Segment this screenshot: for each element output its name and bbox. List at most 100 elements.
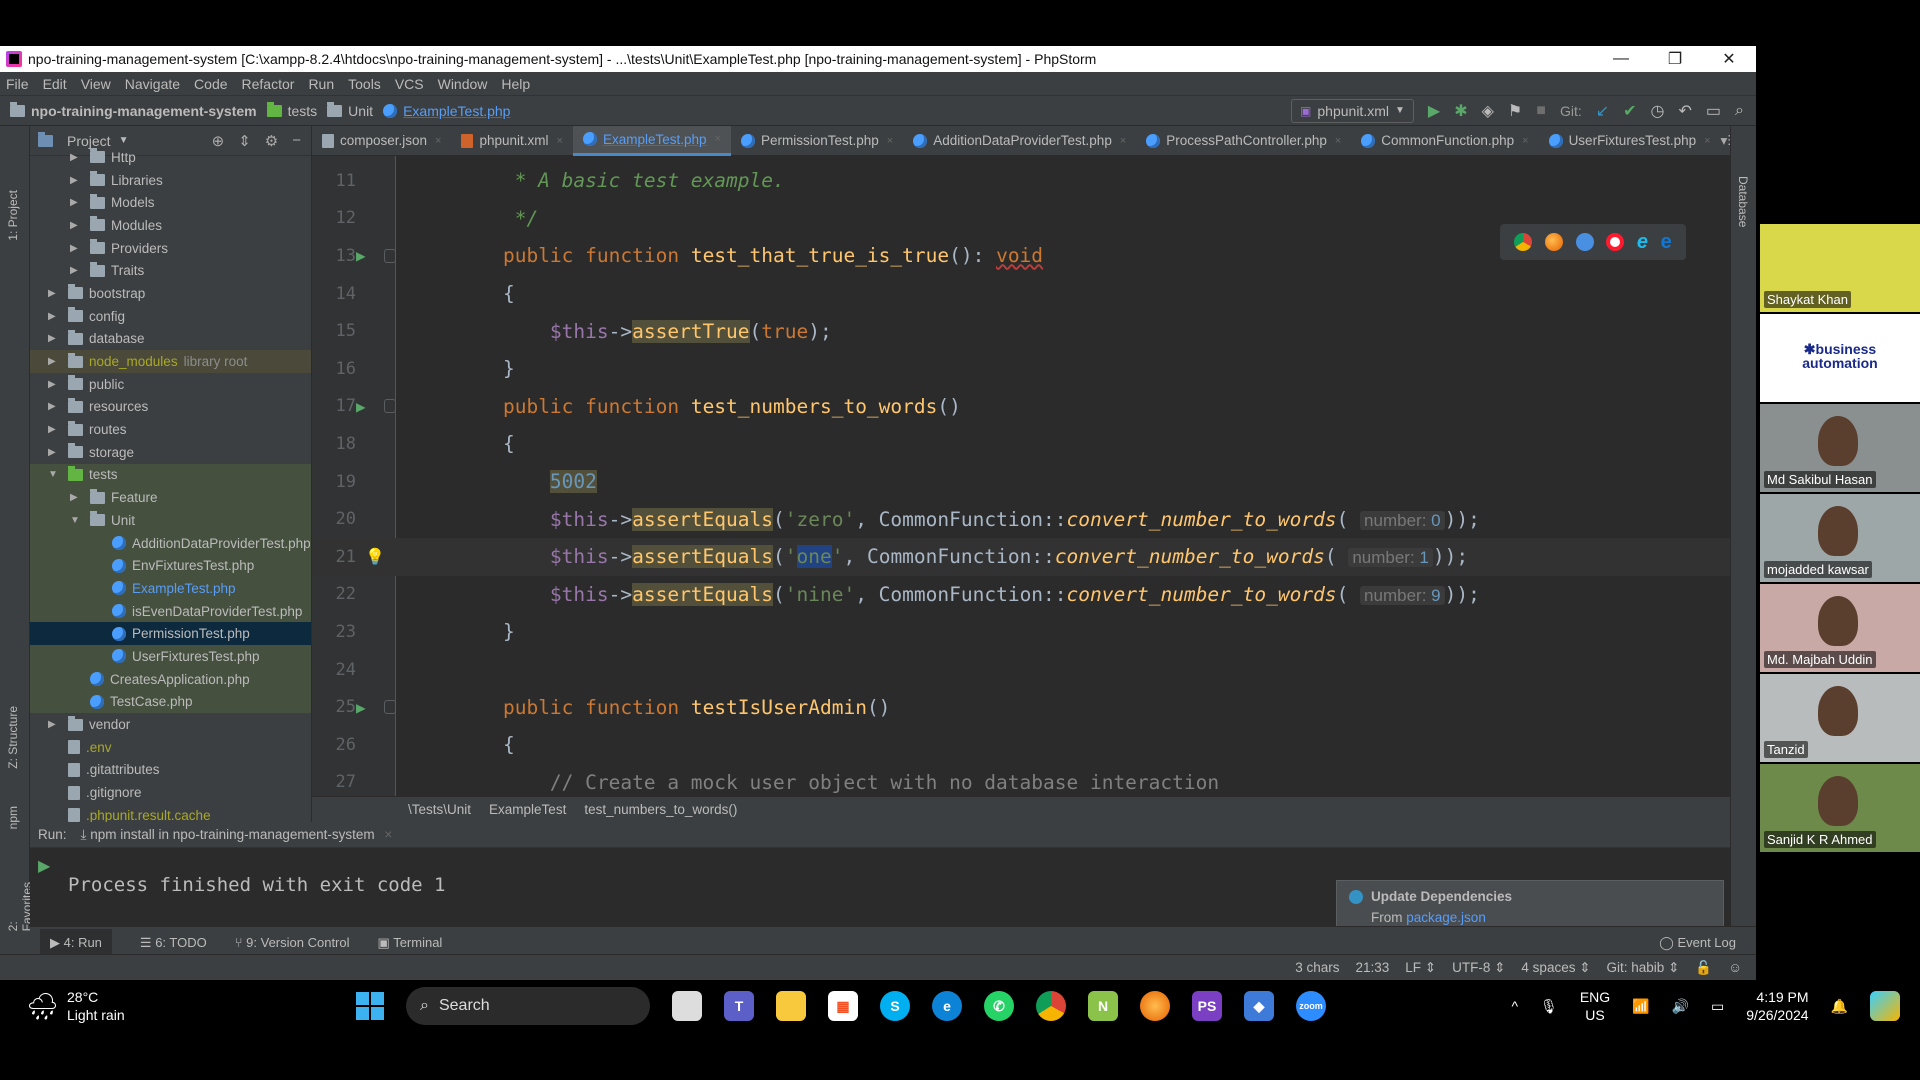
package-json-link[interactable]: package.json [1406, 910, 1486, 925]
code-line[interactable]: 25 ▶ public function testIsUserAdmin() [312, 688, 1730, 726]
tree-item[interactable]: .gitattributes [30, 759, 311, 782]
tree-item[interactable]: ▶ storage [30, 441, 311, 464]
participant-tile[interactable]: mojadded kawsar [1760, 494, 1920, 582]
tree-item[interactable]: ▶ Models [30, 191, 311, 214]
inspector-icon[interactable]: ☺ [1728, 960, 1742, 975]
collapsed-arrow-icon[interactable]: ▶ [70, 197, 82, 208]
menu-view[interactable]: View [81, 76, 111, 92]
breadcrumb-method[interactable]: test_numbers_to_words() [584, 802, 737, 817]
tree-item[interactable]: CreatesApplication.php [30, 667, 311, 691]
clock[interactable]: 4:19 PM 9/26/2024 [1746, 988, 1808, 1024]
close-button[interactable]: ✕ [1702, 46, 1756, 72]
tree-item[interactable]: TestCase.php [30, 690, 311, 714]
language-indicator[interactable]: ENG US [1580, 988, 1610, 1024]
tree-item[interactable]: isEvenDataProviderTest.php [30, 599, 311, 623]
close-tab-icon[interactable]: × [887, 135, 893, 147]
run-test-icon[interactable]: ▶ [356, 698, 366, 717]
collapsed-arrow-icon[interactable]: ▶ [70, 220, 82, 231]
tree-item[interactable]: ▶ public [30, 373, 311, 396]
microsoft-store-icon[interactable]: ▦ [828, 991, 858, 1021]
tree-item[interactable]: AdditionDataProviderTest.php [30, 531, 311, 555]
tree-item[interactable]: ▶ Http [30, 146, 311, 169]
menu-refactor[interactable]: Refactor [242, 76, 295, 92]
chrome-icon[interactable] [1514, 233, 1533, 251]
participant-tile[interactable]: Md. Majbah Uddin [1760, 584, 1920, 672]
editor-tab[interactable]: CommonFunction.php × [1351, 126, 1538, 156]
sourcetree-icon[interactable]: ◆ [1244, 991, 1274, 1021]
collapsed-arrow-icon[interactable]: ▶ [48, 356, 60, 367]
event-log-button[interactable]: ◯ Event Log [1659, 935, 1736, 951]
tree-item[interactable]: ▶ database [30, 328, 311, 351]
tree-item[interactable]: UserFixturesTest.php [30, 645, 311, 668]
microphone-icon[interactable]: 🎙 [1540, 998, 1558, 1015]
teams-icon[interactable]: T [724, 991, 754, 1021]
editor-tab[interactable]: phpunit.xml × [451, 126, 572, 156]
tree-item[interactable]: EnvFixturesTest.php [30, 554, 311, 578]
code-line[interactable]: 22 $this->assertEquals('nine', CommonFun… [312, 576, 1730, 614]
history-icon[interactable]: ◷ [1651, 101, 1665, 121]
rollback-icon[interactable]: ↶ [1679, 101, 1692, 121]
tree-item[interactable]: PermissionTest.php [30, 622, 311, 646]
fold-icon[interactable] [384, 700, 396, 715]
edge-icon[interactable]: e [1661, 231, 1672, 254]
editor-tab[interactable]: AdditionDataProviderTest.php × [903, 126, 1136, 156]
code-line[interactable]: 21 💡 $this->assertEquals('one', CommonFun… [312, 538, 1730, 576]
tree-item[interactable]: ▶ resources [30, 396, 311, 419]
tree-item[interactable]: ▶ Traits [30, 259, 311, 282]
whatsapp-icon[interactable]: ✆ [984, 991, 1014, 1021]
tree-item[interactable]: ▶ vendor [30, 713, 311, 736]
lock-icon[interactable]: 🔓 [1695, 960, 1712, 976]
tree-item[interactable]: ▶ node_modules library root [30, 350, 311, 373]
participant-tile[interactable]: Shaykat Khan [1760, 224, 1920, 312]
copilot-icon[interactable] [1870, 991, 1900, 1021]
volume-icon[interactable]: 🔊 [1672, 998, 1689, 1015]
tool-npm[interactable]: npm [6, 806, 20, 829]
menu-edit[interactable]: Edit [43, 76, 67, 92]
caret-position[interactable]: 21:33 [1355, 960, 1389, 975]
file-explorer-icon[interactable] [776, 991, 806, 1021]
run-test-icon[interactable]: ▶ [356, 246, 366, 265]
indent-setting[interactable]: 4 spaces ⇕ [1521, 960, 1590, 976]
crumb-unit[interactable]: Unit [327, 101, 373, 119]
menu-vcs[interactable]: VCS [395, 76, 424, 92]
wifi-icon[interactable]: 📶 [1632, 998, 1649, 1015]
code-line[interactable]: 27 // Create a mock user object with no … [312, 764, 1730, 796]
code-line[interactable]: 23 } [312, 613, 1730, 651]
participant-tile[interactable]: Tanzid [1760, 674, 1920, 762]
code-line[interactable]: 19 5002 [312, 463, 1730, 501]
opera-icon[interactable] [1606, 233, 1625, 251]
file-encoding[interactable]: UTF-8 ⇕ [1452, 960, 1505, 976]
search-icon[interactable]: ⌕ [1735, 102, 1744, 120]
collapsed-arrow-icon[interactable]: ▶ [48, 447, 60, 458]
fold-icon[interactable] [384, 399, 396, 414]
weather-widget[interactable]: 🌧 28°C Light rain [26, 988, 125, 1024]
code-line[interactable]: 24 [312, 651, 1730, 689]
code-line[interactable]: 20 $this->assertEquals('zero', CommonFun… [312, 500, 1730, 538]
notepad-plus-icon[interactable]: N [1088, 991, 1118, 1021]
code-line[interactable]: 16 } [312, 350, 1730, 388]
run-config-dropdown[interactable]: ▣ phpunit.xml ▼ [1291, 98, 1414, 123]
line-separator[interactable]: LF ⇕ [1405, 960, 1436, 976]
tree-item[interactable]: ▶ routes [30, 418, 311, 441]
expanded-arrow-icon[interactable]: ▼ [70, 515, 82, 526]
tree-item[interactable]: ▼ Unit [30, 509, 311, 532]
collapsed-arrow-icon[interactable]: ▶ [70, 265, 82, 276]
tab-todo[interactable]: ☰ 6: TODO [140, 935, 207, 951]
presentation-icon[interactable]: ▭ [1706, 101, 1721, 121]
editor-tab[interactable]: ProcessPathController.php × [1136, 126, 1351, 156]
run-icon[interactable]: ▶ [1428, 101, 1440, 121]
collapsed-arrow-icon[interactable]: ▶ [70, 152, 82, 163]
minimize-button[interactable]: — [1594, 46, 1648, 72]
code-line[interactable]: 15 $this->assertTrue(true); [312, 312, 1730, 350]
close-tab-icon[interactable]: × [435, 135, 441, 147]
tree-item[interactable]: ▶ Libraries [30, 169, 311, 192]
collapsed-arrow-icon[interactable]: ▶ [48, 424, 60, 435]
code-line[interactable]: 18 { [312, 425, 1730, 463]
tree-item[interactable]: ▶ Modules [30, 214, 311, 237]
tool-project[interactable]: 1: Project [6, 190, 20, 241]
menu-navigate[interactable]: Navigate [125, 76, 180, 92]
git-commit-icon[interactable]: ✔ [1623, 101, 1636, 121]
menu-file[interactable]: File [6, 76, 29, 92]
close-tab-icon[interactable]: × [715, 133, 721, 145]
safari-icon[interactable] [1575, 233, 1594, 251]
